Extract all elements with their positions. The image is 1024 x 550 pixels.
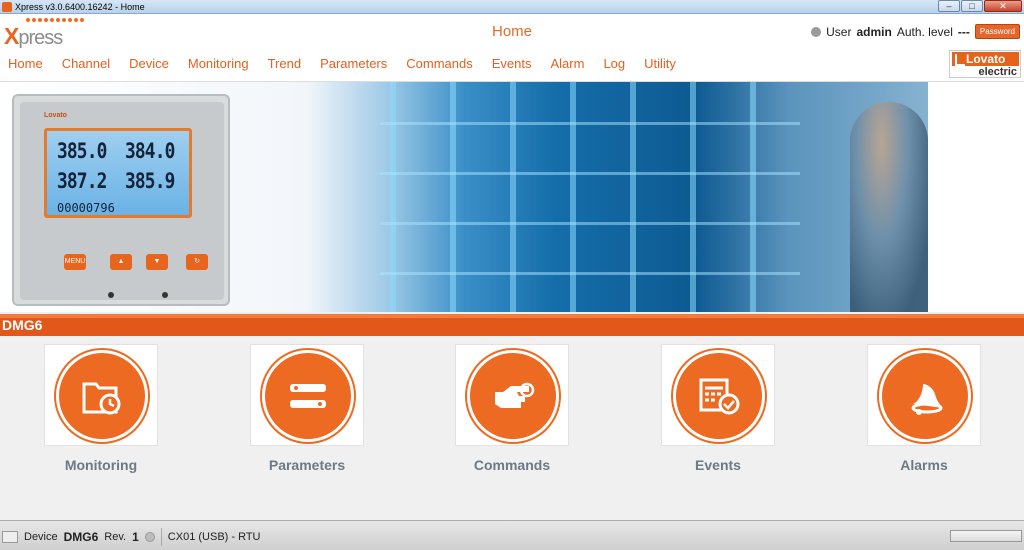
nav-item-commands[interactable]: Commands — [406, 56, 472, 71]
monitoring-tile[interactable] — [44, 344, 158, 446]
banner-warehouse-image — [380, 82, 800, 312]
meter-menu-button: MENU — [64, 254, 86, 270]
window-title: Xpress v3.0.6400.16242 - Home — [15, 1, 145, 12]
meter-up-button: ▲ — [110, 254, 132, 270]
meter-led — [108, 292, 114, 298]
minimize-button[interactable]: – — [938, 0, 960, 12]
status-separator — [160, 528, 162, 546]
user-info: User admin Auth. level --- Password — [811, 24, 1020, 39]
alarms-tile[interactable] — [867, 344, 981, 446]
nav-item-parameters[interactable]: Parameters — [320, 56, 387, 71]
status-rev-value: 1 — [132, 530, 139, 544]
nav-item-utility[interactable]: Utility — [644, 56, 676, 71]
window-titlebar: Xpress v3.0.6400.16242 - Home – □ ✕ — [0, 0, 1024, 14]
meter-brand: Lovato — [44, 112, 67, 119]
parameters-tile[interactable] — [250, 344, 364, 446]
lovato-logo: Lovato electric — [949, 50, 1021, 78]
app-icon — [2, 1, 12, 12]
status-device-label: Device — [24, 531, 58, 543]
nav-item-monitoring[interactable]: Monitoring — [188, 56, 249, 71]
meter-lcd: 385.0 384.0 387.2 385.9 00000796 — [44, 128, 192, 218]
lcd-value: 385.9 — [125, 169, 175, 193]
user-label: User — [826, 24, 852, 39]
meter-face: Lovato 385.0 384.0 387.2 385.9 00000796 … — [20, 102, 224, 300]
nav-item-home[interactable]: Home — [8, 56, 43, 71]
banner-operator-image — [850, 102, 928, 312]
auth-label: Auth. level — [896, 24, 953, 39]
device-section-bar: DMG6 — [0, 314, 1024, 336]
nav-item-trend[interactable]: Trend — [268, 56, 301, 71]
meter-device-image: Lovato 385.0 384.0 387.2 385.9 00000796 … — [12, 94, 230, 306]
pointing-hand-icon — [467, 350, 559, 442]
user-name: admin — [856, 24, 892, 39]
alarms-label[interactable]: Alarms — [844, 457, 1004, 473]
close-button[interactable]: ✕ — [984, 0, 1022, 12]
nav-item-events[interactable]: Events — [492, 56, 532, 71]
meter-led — [162, 292, 168, 298]
main-nav: Home Channel Device Monitoring Trend Par… — [0, 48, 1024, 82]
events-tile[interactable] — [661, 344, 775, 446]
auth-value: --- — [957, 24, 970, 39]
lcd-value: 387.2 — [57, 169, 107, 193]
status-indicator-icon — [144, 532, 155, 542]
commands-tile[interactable] — [455, 344, 569, 446]
tools-icon — [262, 350, 354, 442]
lovato-logo-name: Lovato — [952, 52, 1019, 66]
lcd-counter: 00000796 — [57, 201, 115, 215]
meter-reset-button: ↻ — [186, 254, 208, 270]
status-connection: CX01 (USB) - RTU — [167, 531, 261, 543]
calendar-check-icon — [673, 350, 765, 442]
meter-down-button: ▼ — [146, 254, 168, 270]
nav-item-alarm[interactable]: Alarm — [550, 56, 584, 71]
status-progress — [950, 530, 1022, 542]
password-button[interactable]: Password — [974, 24, 1020, 39]
function-tiles: Monitoring Parameters Commands Events Al… — [0, 336, 1024, 520]
device-status-icon — [2, 531, 18, 543]
monitoring-icon — [56, 350, 148, 442]
lovato-logo-subtitle: electric — [978, 66, 1017, 78]
nav-item-log[interactable]: Log — [603, 56, 625, 71]
status-bar-left: Device DMG6 Rev. 1 CX01 (USB) - RTU — [2, 528, 261, 546]
status-rev-label: Rev. — [104, 531, 127, 543]
nav-items: Home Channel Device Monitoring Trend Par… — [8, 56, 695, 71]
parameters-label[interactable]: Parameters — [227, 457, 387, 473]
app-header: Xpress Home User admin Auth. level --- P… — [0, 14, 1024, 49]
commands-label[interactable]: Commands — [432, 457, 592, 473]
connection-status-icon — [811, 26, 822, 37]
status-bar: Device DMG6 Rev. 1 CX01 (USB) - RTU — [0, 520, 1024, 550]
lcd-value: 385.0 — [57, 139, 107, 163]
bell-icon — [879, 350, 971, 442]
window-controls: – □ ✕ — [938, 0, 1022, 12]
logo-dots — [26, 18, 84, 22]
device-section-title: DMG6 — [2, 317, 43, 333]
nav-item-device[interactable]: Device — [129, 56, 169, 71]
lcd-value: 384.0 — [125, 139, 175, 163]
status-device-value: DMG6 — [63, 530, 99, 544]
maximize-button[interactable]: □ — [961, 0, 983, 12]
events-label[interactable]: Events — [638, 457, 798, 473]
nav-item-channel[interactable]: Channel — [62, 56, 110, 71]
monitoring-label[interactable]: Monitoring — [21, 457, 181, 473]
banner-blank-area — [928, 82, 1024, 312]
section-stripe — [0, 314, 1024, 318]
